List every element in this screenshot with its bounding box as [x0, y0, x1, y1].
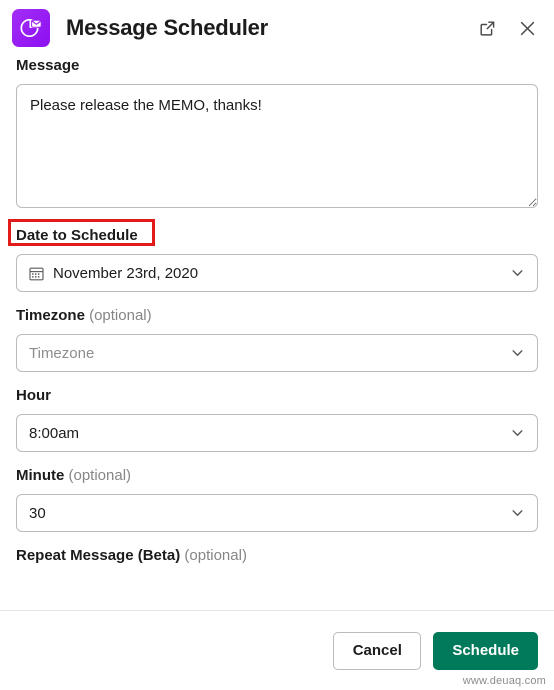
- minute-label-text: Minute: [16, 467, 65, 484]
- date-to-schedule-label: Date to Schedule: [16, 227, 138, 244]
- modal-body: Message Date to Schedule Novemb: [0, 56, 554, 610]
- timezone-optional-tag: (optional): [89, 307, 152, 324]
- chevron-down-icon: [510, 266, 525, 281]
- minute-label: Minute (optional): [16, 466, 131, 486]
- repeat-message-label-text: Repeat Message (Beta): [16, 547, 181, 564]
- message-input[interactable]: [16, 84, 538, 208]
- field-message: Message: [16, 56, 538, 208]
- open-external-icon[interactable]: [476, 17, 498, 39]
- page-title: Message Scheduler: [66, 15, 269, 40]
- hour-select[interactable]: 8:00am: [16, 414, 538, 452]
- calendar-icon: [29, 266, 44, 281]
- timezone-label-text: Timezone: [16, 307, 85, 324]
- cancel-button[interactable]: Cancel: [333, 631, 422, 670]
- header-actions: [476, 17, 538, 39]
- field-minute: Minute (optional) 30: [16, 466, 538, 532]
- chevron-down-icon: [510, 426, 525, 441]
- minute-optional-tag: (optional): [68, 467, 132, 484]
- hour-label: Hour: [16, 387, 51, 404]
- field-date-to-schedule: Date to Schedule November 23rd, 2020: [8, 219, 538, 292]
- date-to-schedule-select[interactable]: November 23rd, 2020: [16, 254, 538, 292]
- timezone-value: Timezone: [29, 344, 95, 362]
- repeat-message-optional-tag: (optional): [184, 547, 247, 564]
- chevron-down-icon: [510, 506, 525, 521]
- watermark: www.deuaq.com: [462, 675, 546, 687]
- hour-value: 8:00am: [29, 424, 80, 442]
- schedule-button[interactable]: Schedule: [433, 631, 538, 670]
- modal-header: Message Scheduler: [0, 0, 554, 56]
- clock-envelope-icon: [12, 9, 50, 47]
- minute-select[interactable]: 30: [16, 494, 538, 532]
- field-repeat-message: Repeat Message (Beta) (optional): [16, 546, 538, 574]
- close-icon[interactable]: [516, 17, 538, 39]
- chevron-down-icon: [510, 346, 525, 361]
- date-label-wrapper: Date to Schedule: [8, 219, 155, 254]
- minute-value: 30: [29, 504, 46, 522]
- message-label: Message: [16, 57, 80, 74]
- field-hour: Hour 8:00am: [16, 386, 538, 452]
- timezone-select[interactable]: Timezone: [16, 334, 538, 372]
- date-to-schedule-value: November 23rd, 2020: [53, 264, 199, 282]
- timezone-label: Timezone (optional): [16, 306, 152, 326]
- repeat-message-label: Repeat Message (Beta) (optional): [16, 546, 247, 566]
- field-timezone: Timezone (optional) Timezone: [16, 306, 538, 372]
